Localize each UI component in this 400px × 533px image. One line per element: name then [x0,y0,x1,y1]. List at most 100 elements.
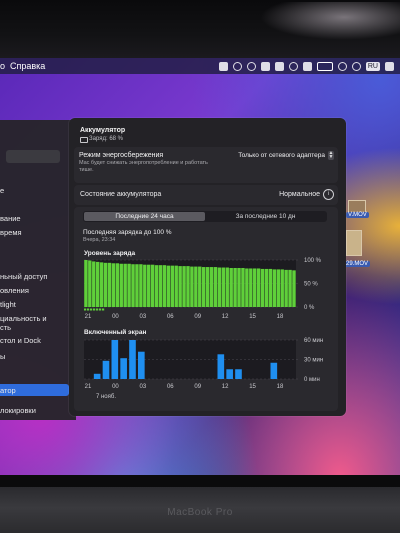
battery-level-bar [166,265,171,307]
sidebar-item[interactable]: стол и Dock [0,336,41,345]
sidebar-item[interactable]: ы [0,352,5,361]
control-center-icon[interactable] [385,61,394,71]
battery-level-bar [107,262,112,307]
status-app-icon[interactable] [218,61,228,71]
desktop-file-2[interactable]: 29.MOV [344,261,371,267]
x-tick-label: 12 [222,314,229,320]
battery-health-value: Нормальное [279,191,320,198]
x-tick-label: 18 [277,314,284,320]
battery-level-bar [154,265,159,307]
charging-marker [90,308,93,311]
battery-level-bar [186,266,190,307]
battery-level-bar [288,269,292,307]
battery-level-bar [276,269,280,307]
wifi-icon[interactable] [337,61,347,71]
status-tray: RU [218,60,394,72]
desktop-file-1[interactable]: V.MOV [346,212,369,218]
menu-help[interactable]: Справка [10,61,45,71]
sidebar-item[interactable]: сть [0,323,11,332]
x-tick-label: 09 [194,384,201,390]
photo-top-area [0,0,400,58]
low-power-mode-value: Только от сетевого адаптера [238,151,325,159]
menu-fragment[interactable]: о [0,61,5,71]
sidebar-item[interactable]: е [0,186,4,195]
battery-level-chart-title: Уровень заряда [84,250,136,257]
sidebar-item[interactable]: овления [0,286,29,295]
settings-sidebar: е вание время ньный доступ овления tligh… [0,120,76,420]
status-clipboard-icon[interactable] [260,61,270,71]
y-tick-label: 0 % [304,305,315,311]
battery-level-bar [103,262,108,307]
battery-health-label: Состояние аккумулятора [80,191,162,198]
battery-level-bar [229,267,233,307]
battery-level-bar [92,261,96,307]
battery-level-bar [233,267,237,307]
battery-status-icon[interactable] [316,61,333,71]
status-record-icon[interactable] [232,61,242,71]
battery-level-bar [150,264,155,307]
y-tick-label: 30 мин [304,358,323,364]
battery-level-bar [99,262,104,307]
x-tick-label: 12 [222,384,229,390]
sidebar-item-battery[interactable]: атор [0,386,16,395]
screen-on-bar [235,369,242,379]
keyboard-layout[interactable]: RU [365,61,380,71]
sidebar-search-input[interactable] [6,150,60,163]
battery-settings-panel: Аккумулятор Заряд: 68 % Режим энергосбер… [69,118,346,416]
sidebar-item[interactable]: циальность и [0,314,47,323]
battery-level-bar [268,268,273,307]
sidebar-item[interactable]: время [0,228,22,237]
battery-level-bar [158,265,163,307]
battery-charge-text: Заряд: 68 % [89,136,123,142]
screen-on-bar [138,351,145,379]
desktop-thumbnail[interactable] [346,230,362,256]
y-tick-label: 100 % [304,258,322,264]
battery-usage-box: Последние 24 часа За последние 10 дн Пос… [74,207,338,411]
sidebar-item[interactable]: вание [0,214,21,223]
chevron-updown-icon: ▲ ▼ [328,149,334,160]
battery-level-bar [272,269,277,307]
battery-level-bar [162,265,167,307]
status-link-icon[interactable] [246,61,256,71]
info-icon[interactable]: i [323,189,334,200]
charging-marker [99,308,102,311]
sidebar-item[interactable]: tlight [0,300,16,309]
low-power-mode-row: Режим энергосбережения Mac будет снижать… [74,147,338,183]
status-vpn-icon[interactable] [288,61,298,71]
battery-level-bar [209,267,214,307]
x-tick-label: 15 [249,384,256,390]
date-label: 7 нояб. [96,394,116,400]
battery-level-bar [198,266,202,307]
screen-on-bar [102,360,110,379]
spotlight-search-icon[interactable] [351,61,361,71]
status-display-icon[interactable] [274,61,284,71]
battery-level-bar [249,268,253,307]
battery-level-bar [127,263,131,307]
sidebar-item[interactable]: локировки [0,406,36,415]
battery-level-bar [221,267,226,307]
y-tick-label: 60 мин [304,338,323,344]
screen-on-bar [270,362,278,379]
battery-level-bar [174,265,178,307]
battery-level-bar [284,269,288,307]
battery-level-bar [84,260,88,307]
y-tick-label: 0 мин [304,377,320,383]
screen-on-bar [129,340,136,379]
status-monitor-icon[interactable] [302,61,312,71]
low-power-mode-select[interactable]: Только от сетевого адаптера ▲ ▼ [238,149,334,161]
battery-level-bar [182,266,186,307]
battery-level-bar [123,263,127,307]
battery-icon [80,137,88,143]
low-power-mode-title: Режим энергосбережения [79,152,164,159]
battery-level-bar [260,268,265,307]
battery-level-bar [201,267,206,307]
battery-level-bar [256,268,261,307]
battery-level-bar [237,267,241,307]
x-tick-label: 21 [85,314,92,320]
battery-level-bar [225,267,229,307]
sidebar-item[interactable]: ньный доступ [0,272,47,281]
battery-level-bar [131,264,135,307]
x-tick-label: 21 [85,384,92,390]
battery-level-bar [115,263,120,307]
screen-on-bar [120,358,127,379]
